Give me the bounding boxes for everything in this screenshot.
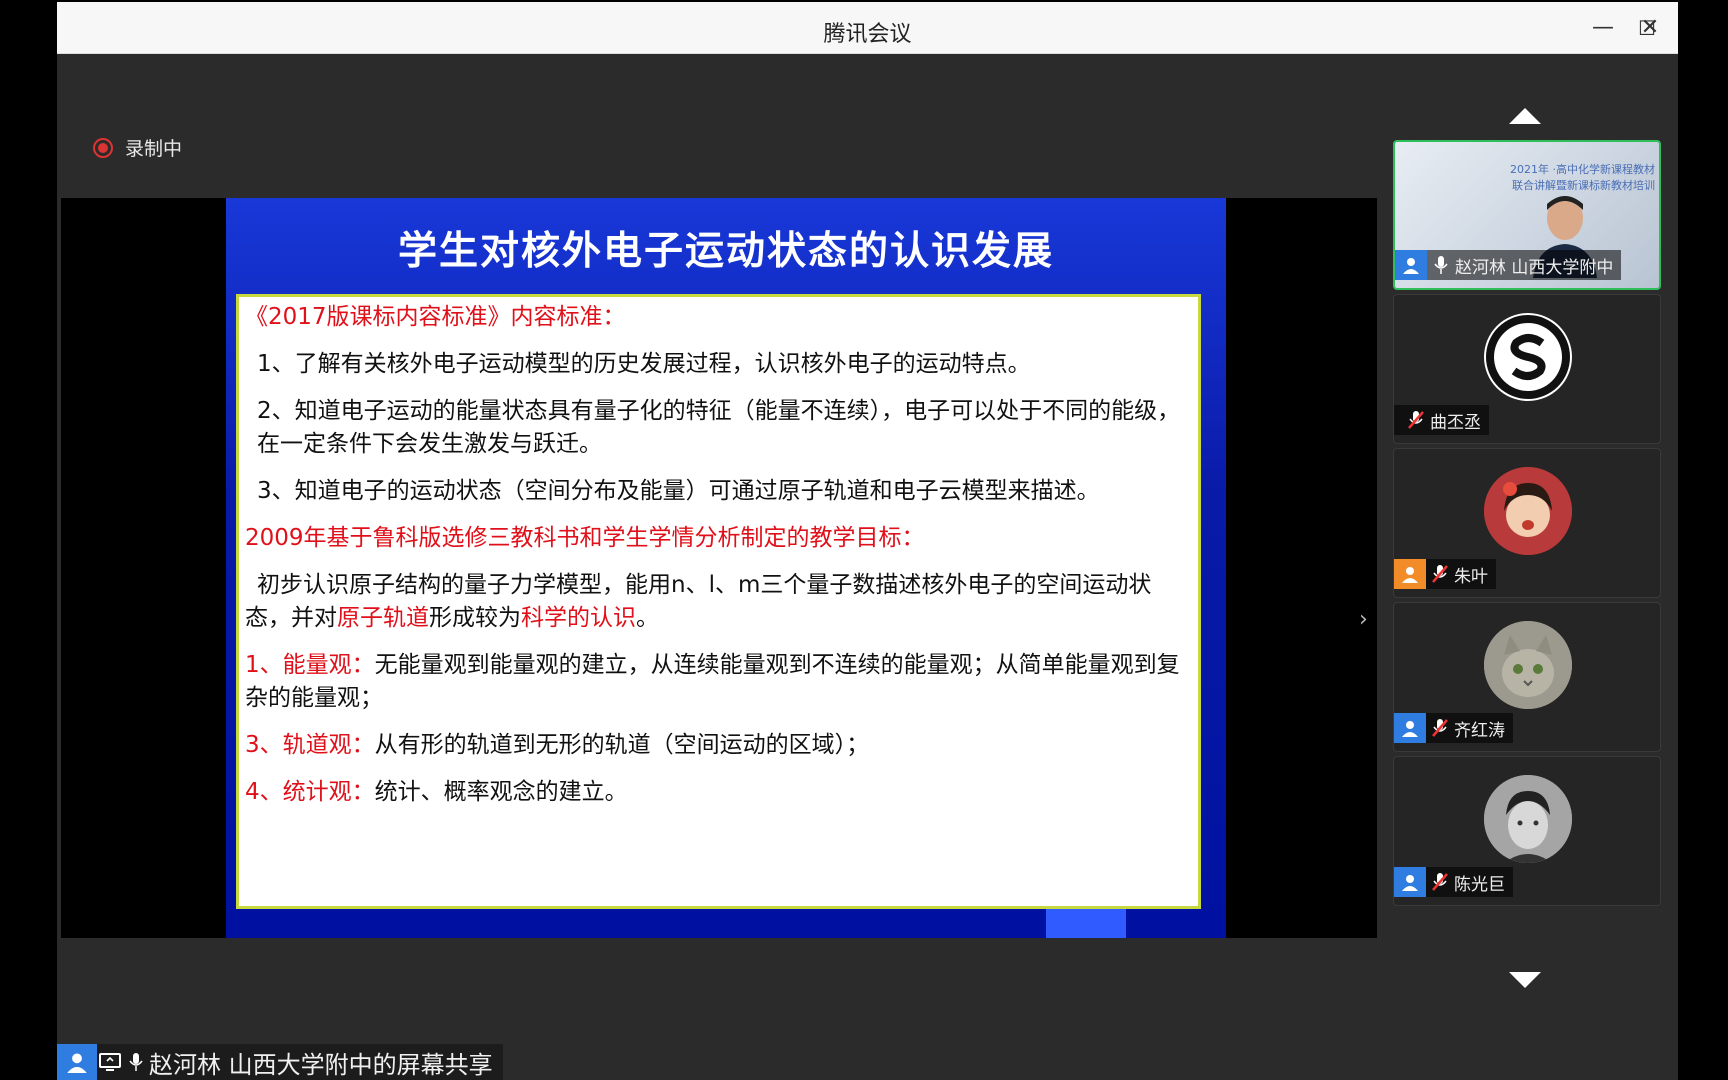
- participant-name: 曲丕丞: [1430, 412, 1481, 433]
- screen-share-owner-label: 赵河林 山西大学附中的屏幕共享: [149, 1050, 493, 1079]
- participant-tile[interactable]: 曲丕丞: [1393, 294, 1661, 444]
- man-photo-icon: [1484, 775, 1572, 863]
- screen-share-icon: [97, 1044, 123, 1080]
- shared-screen: 学生对核外电子运动状态的认识发展 《2017版课标内容标准》内容标准： 1、了解…: [61, 198, 1377, 938]
- participant-name: 赵河林 山西大学附中: [1455, 257, 1614, 278]
- mic-muted-icon: [1426, 867, 1454, 897]
- participant-namebar: 陈光巨: [1394, 867, 1513, 897]
- user-icon: [1394, 559, 1426, 589]
- girl-photo-icon: [1484, 467, 1572, 555]
- user-icon: [1394, 713, 1426, 743]
- goal-heading: 2009年基于鲁科版选修三教科书和学生学情分析制定的教学目标：: [245, 525, 925, 551]
- mic-muted-icon: [1402, 405, 1430, 435]
- screen-share-label-bar: 赵河林 山西大学附中的屏幕共享: [57, 1044, 503, 1080]
- mic-on-icon: [1427, 250, 1455, 280]
- title-bar: 腾讯会议 — ☐: [57, 2, 1678, 54]
- goal-highlight-orbital: 原子轨道: [337, 605, 429, 631]
- mic-on-icon: [123, 1044, 149, 1080]
- goal-paragraph: 初步认识原子结构的量子力学模型，能用n、l、m三个量子数描述核外电子的空间运动状…: [245, 572, 1152, 631]
- participant-tile[interactable]: 陈光巨: [1393, 756, 1661, 906]
- standard-heading: 《2017版课标内容标准》内容标准：: [245, 304, 626, 330]
- mic-muted-icon: [1426, 559, 1454, 589]
- cat-photo-icon: [1484, 621, 1572, 709]
- standard-item-2: 2、知道电子运动的能量状态具有量子化的特征（能量不连续），电子可以处于不同的能级…: [257, 398, 1181, 457]
- close-button-hidden: [1475, 12, 1511, 44]
- participant-tile[interactable]: 朱叶: [1393, 448, 1661, 598]
- recording-label: 录制中: [125, 138, 183, 160]
- participant-name: 朱叶: [1454, 566, 1488, 587]
- scroll-up-icon[interactable]: [1509, 108, 1541, 124]
- presentation-slide: 学生对核外电子运动状态的认识发展 《2017版课标内容标准》内容标准： 1、了解…: [226, 198, 1226, 938]
- school-logo-icon: [1484, 313, 1572, 401]
- mic-muted-icon: [1426, 713, 1454, 743]
- participant-tile[interactable]: 齐红涛: [1393, 602, 1661, 752]
- participant-namebar: 朱叶: [1394, 559, 1496, 589]
- participant-namebar: 齐红涛: [1394, 713, 1513, 743]
- participant-namebar: 曲丕丞: [1394, 405, 1489, 435]
- user-icon: [1394, 867, 1426, 897]
- participant-name: 陈光巨: [1454, 874, 1505, 895]
- user-icon: [57, 1044, 97, 1080]
- user-icon: [1395, 250, 1427, 280]
- slide-content-box: 《2017版课标内容标准》内容标准： 1、了解有关核外电子运动模型的历史发展过程…: [236, 294, 1201, 909]
- standard-item-3: 3、知道电子的运动状态（空间分布及能量）可通过原子轨道和电子云模型来描述。: [257, 478, 1100, 504]
- view-statistics: 4、统计观：统计、概率观念的建立。: [245, 779, 628, 805]
- slide-title: 学生对核外电子运动状态的认识发展: [397, 229, 1054, 274]
- meeting-window: 腾讯会议 — ☐ 录制中 学生对核外电子运动状态的认识发展 《2017版课标内容…: [57, 2, 1678, 1080]
- recording-indicator: 录制中: [93, 134, 182, 161]
- share-stage: 录制中 学生对核外电子运动状态的认识发展 《2017版课标内容标准》内容标准： …: [57, 54, 1377, 1080]
- collapse-panel-chevron-icon[interactable]: ›: [1359, 608, 1373, 632]
- participant-namebar: 赵河林 山西大学附中: [1395, 250, 1622, 280]
- recording-dot-icon: [93, 137, 113, 158]
- participant-panel: 2021年 ·高中化学新课程教材联合讲解暨新课标新教材培训 赵河林 山西大学附中: [1377, 54, 1678, 1080]
- goal-highlight-scientific: 科学的认识: [521, 605, 636, 631]
- participant-name: 齐红涛: [1454, 720, 1505, 741]
- participant-tile-active[interactable]: 2021年 ·高中化学新课程教材联合讲解暨新课标新教材培训 赵河林 山西大学附中: [1393, 140, 1661, 290]
- view-orbital: 3、轨道观：从有形的轨道到无形的轨道（空间运动的区域）；: [245, 732, 870, 758]
- window-title: 腾讯会议: [823, 22, 912, 47]
- standard-item-1: 1、了解有关核外电子运动模型的历史发展过程，认识核外电子的运动特点。: [257, 351, 1031, 377]
- scroll-down-icon[interactable]: [1509, 972, 1541, 988]
- close-button[interactable]: ✕: [1632, 12, 1668, 44]
- view-energy: 1、能量观：无能量观到能量观的建立，从连续能量观到不连续的能量观；从简单能量观到…: [245, 652, 1180, 711]
- minimize-button[interactable]: —: [1585, 12, 1621, 44]
